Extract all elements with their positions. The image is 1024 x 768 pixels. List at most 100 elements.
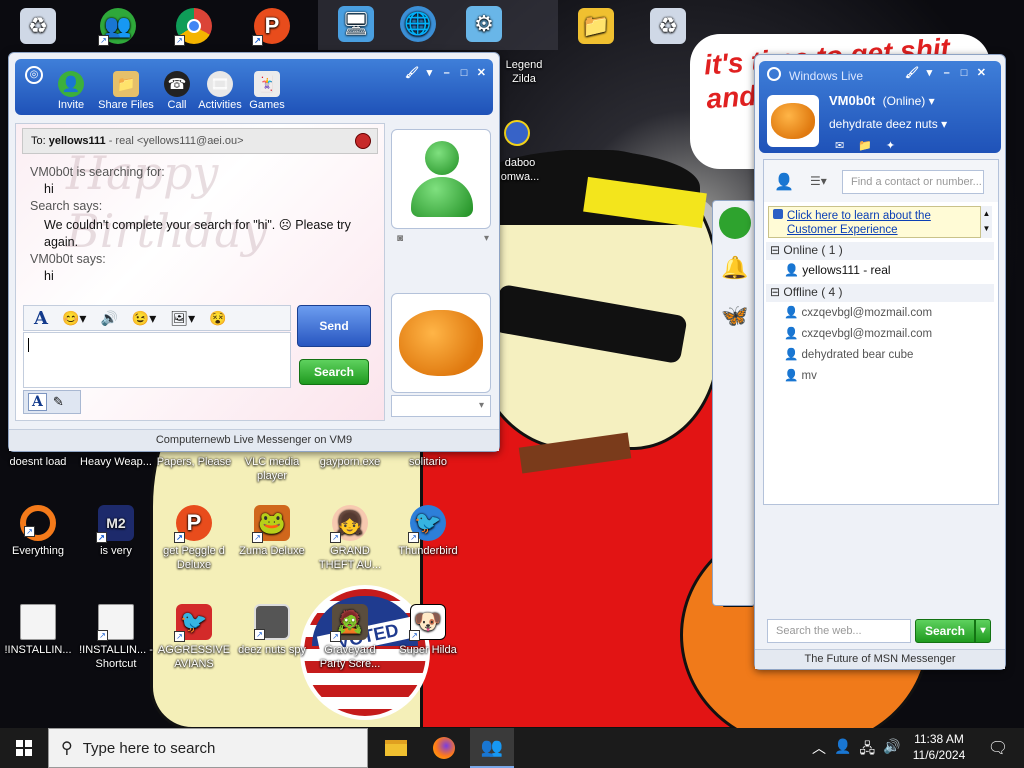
desktop-icon[interactable]: M2 ↗ is very — [78, 505, 154, 558]
desktop-icon[interactable]: ♻ — [630, 8, 706, 47]
contact-item[interactable]: 👤 dehydrated bear cube — [784, 347, 913, 361]
desktop-icon[interactable]: P ↗ get Peggle d Deluxe — [156, 505, 232, 572]
nudge-icon[interactable]: 😵 — [209, 310, 226, 327]
desktop-icon[interactable]: 🐦 ↗ Thunderbird — [390, 505, 466, 558]
desktop-icon[interactable]: P ↗ — [234, 8, 310, 47]
contact-item[interactable]: 👤 mv — [784, 368, 817, 382]
desktop-icon[interactable]: Legend Zilda — [496, 58, 552, 86]
chevron-up-icon[interactable]: ︿ — [812, 738, 826, 762]
news-icon[interactable]: ✦ — [886, 139, 895, 152]
paint-icon[interactable]: 🖌 — [405, 66, 419, 79]
desktop-icon[interactable]: 👧 ↗ GRAND THEFT AU... — [312, 505, 388, 572]
messenger-tray-icon[interactable]: 👤 — [834, 738, 851, 762]
customer-experience-banner[interactable]: Click here to learn about the Customer E… — [768, 206, 990, 238]
contact-item[interactable]: 👤 cxzqevbgl@mozmail.com — [784, 305, 932, 319]
chat-menu-icon[interactable]: ◎ — [25, 66, 43, 84]
emoticon-icon[interactable]: 😊▾ — [62, 310, 86, 327]
add-contact-icon[interactable]: 👤 — [774, 172, 794, 192]
desktop-icon[interactable]: ♻ — [0, 8, 76, 47]
desktop-icon[interactable]: 📁 — [558, 8, 634, 47]
minimize-button[interactable]: – — [940, 67, 954, 79]
desktop-icon[interactable]: ↗ — [156, 8, 232, 47]
desktop-icon[interactable]: ↗ Everything — [0, 505, 76, 558]
wink-icon[interactable]: 😉▾ — [132, 310, 156, 327]
thunderbird-icon: 🐦 ↗ — [408, 505, 446, 543]
desktop-icon[interactable]: ↗ deez nuts spy — [234, 604, 310, 657]
taskbar-search-box[interactable]: ⚲ Type here to search — [48, 728, 368, 768]
activities-icon: 🎞 — [207, 71, 233, 97]
web-search-button[interactable]: Search — [915, 619, 975, 643]
taskbar-messenger[interactable]: 👥 — [470, 728, 514, 768]
desktop-icon[interactable]: gayporn.exe — [312, 455, 388, 469]
online-group-header[interactable]: ⊟ Online ( 1 ) — [766, 242, 994, 260]
contact-window-controls: 🖌 ▾ – □ ✕ — [905, 65, 988, 79]
offline-group-header[interactable]: ⊟ Offline ( 4 ) — [766, 284, 994, 302]
paint-icon[interactable]: 🖌 — [905, 66, 919, 79]
spaces-icon[interactable]: 🦋 — [719, 303, 751, 335]
folder-icon[interactable]: 📁 — [858, 139, 872, 152]
maximize-button[interactable]: □ — [457, 67, 471, 79]
contacts-tab-icon[interactable] — [719, 207, 751, 239]
search-button[interactable]: Search — [299, 359, 369, 385]
toolbar-games-button[interactable]: 🃏 Games — [241, 71, 293, 111]
text-mode-tab[interactable]: A — [28, 393, 47, 411]
volume-icon[interactable]: 🔊 — [883, 738, 900, 762]
user-status-line[interactable]: VM0b0t (Online) ▾ — [829, 93, 935, 108]
desktop-icon[interactable]: 🌐 — [380, 6, 456, 45]
search-icon: ↗ — [20, 505, 56, 541]
web-search-input[interactable]: Search the web... — [767, 619, 911, 643]
desktop-icon[interactable]: ⚙ — [446, 6, 522, 45]
desktop-icon[interactable]: ↗ !INSTALLIN... - Shortcut — [78, 604, 154, 671]
my-avatar[interactable] — [767, 95, 819, 147]
web-search-dropdown[interactable]: ▾ — [975, 619, 991, 643]
contact-item[interactable]: 👤 yellows111 - real — [784, 263, 891, 277]
desktop-icon[interactable]: 🧟 ↗ Graveyard Party Scre... — [312, 604, 388, 671]
game-icon[interactable] — [504, 120, 530, 146]
close-button[interactable]: ✕ — [474, 66, 488, 79]
toolbar-share-files-button[interactable]: 📁 Share Files — [97, 71, 155, 111]
desktop-icon[interactable]: !INSTALLIN... — [0, 604, 76, 657]
handwriting-mode-tab[interactable]: ✎ — [53, 394, 64, 410]
notification-icon[interactable]: 🗨 — [976, 728, 1020, 768]
desktop-icon[interactable]: 👥 ↗ — [80, 8, 156, 47]
sort-list-icon[interactable]: ☰▾ — [810, 174, 827, 188]
voice-clip-icon[interactable]: 🔊 — [100, 310, 117, 327]
desktop-icon[interactable]: doesnt load — [0, 455, 76, 469]
desktop-icon[interactable]: Heavy Weap... — [78, 455, 154, 469]
toolbar-invite-button[interactable]: 👤 Invite — [45, 71, 97, 111]
message-input[interactable] — [23, 332, 291, 388]
desktop-icon[interactable]: Papers, Please — [156, 455, 232, 469]
taskbar-file-explorer[interactable] — [374, 728, 418, 768]
my-display-picture[interactable] — [391, 293, 491, 393]
banner-scrollbar[interactable]: ▲ ▼ — [980, 206, 992, 238]
start-button[interactable] — [2, 728, 46, 768]
desktop-icon[interactable]: solitario — [390, 455, 466, 469]
background-icon[interactable]: 🖼▾ — [170, 310, 195, 327]
taskbar-firefox[interactable] — [422, 728, 466, 768]
contact-picture-options[interactable]: ◙ ▾ — [397, 233, 489, 249]
contact-display-picture[interactable] — [391, 129, 491, 229]
block-icon[interactable] — [355, 133, 371, 149]
network-icon[interactable]: 🖧 — [859, 738, 875, 762]
online-status-icon: 👤 — [784, 263, 799, 277]
invite-icon: 👤 — [58, 71, 84, 97]
clock[interactable]: 11:38 AM 11/6/2024 — [906, 731, 972, 763]
close-button[interactable]: ✕ — [974, 66, 988, 79]
dropdown-icon[interactable]: ▾ — [922, 66, 936, 79]
my-picture-options[interactable]: ▾ — [391, 395, 491, 417]
maximize-button[interactable]: □ — [957, 67, 971, 79]
contact-item[interactable]: 👤 cxzqevbgl@mozmail.com — [784, 326, 932, 340]
desktop-icon[interactable]: 🐦 ↗ AGGRESSIVE AVIANS — [156, 604, 232, 671]
minimize-button[interactable]: – — [440, 67, 454, 79]
alerts-bell-icon[interactable]: 🔔 — [719, 255, 751, 287]
menu-icon[interactable] — [767, 67, 781, 81]
contact-search-input[interactable]: Find a contact or number... — [842, 170, 984, 194]
desktop-icon[interactable]: 🐶 ↗ Super Hilda — [390, 604, 466, 657]
desktop-icon[interactable]: 🐸 ↗ Zuma Deluxe — [234, 505, 310, 558]
mail-icon[interactable]: ✉ — [835, 139, 844, 152]
personal-message[interactable]: dehydrate deez nuts ▾ — [829, 117, 947, 131]
font-icon[interactable]: A — [34, 308, 48, 329]
dropdown-icon[interactable]: ▾ — [422, 66, 436, 79]
send-button[interactable]: Send — [297, 305, 371, 347]
desktop-icon[interactable]: VLC media player — [234, 455, 310, 483]
